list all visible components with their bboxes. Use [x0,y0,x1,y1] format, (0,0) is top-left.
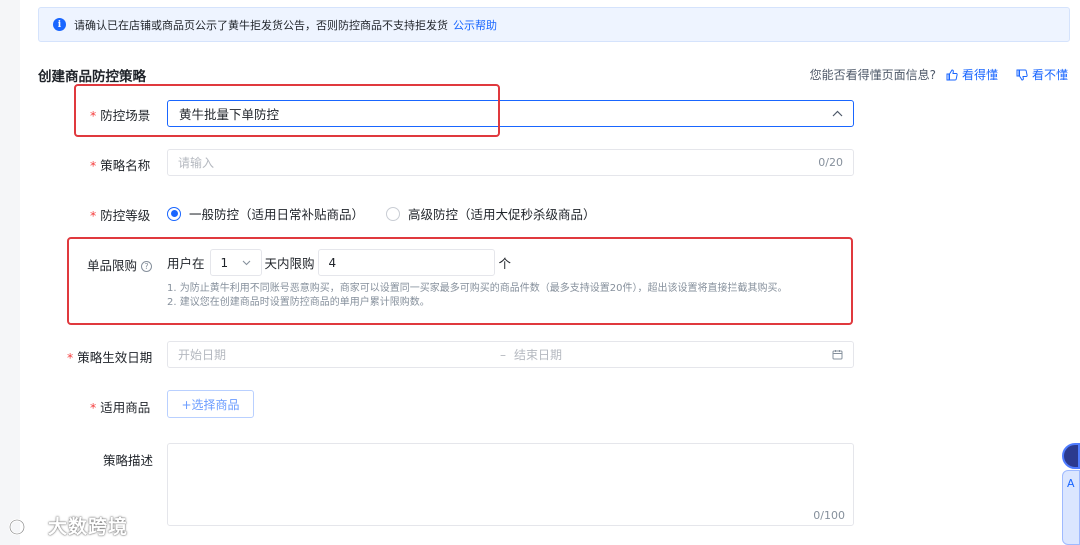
level-option-normal-label: 一般防控（适用日常补贴商品） [189,207,365,222]
level-option-high[interactable]: 高级防控（适用大促秒杀级商品） [386,204,596,223]
left-strip [0,0,20,545]
name-counter: 0/20 [818,156,843,169]
notice-text: 请确认已在店铺或商品页公示了黄牛拒发货公告，否则防控商品不支持拒发货 [74,18,448,32]
calendar-icon [832,350,843,360]
level-label: * 防控等级 [90,208,151,223]
level-option-high-label: 高级防控（适用大促秒杀级商品） [408,207,596,222]
choose-goods-button[interactable]: +选择商品 [167,390,254,418]
date-label: * 策略生效日期 [67,350,153,365]
radio-unchecked-icon [386,206,401,221]
feedback-question: 您能否看得懂页面信息? [809,68,936,82]
info-icon: i [53,18,66,31]
end-date-placeholder: 结束日期 [514,348,563,362]
desc-counter: 0/100 [813,509,845,522]
level-option-normal[interactable]: 一般防控（适用日常补贴商品） [167,204,364,223]
assistant-panel[interactable]: A [1062,470,1080,545]
date-separator: – [500,347,506,362]
understand-button[interactable]: 看得懂 [946,66,998,83]
not-understand-button[interactable]: 看不懂 [1016,66,1068,83]
thumbs-up-icon [946,68,958,80]
start-date-placeholder: 开始日期 [178,348,227,362]
watermark: 大数跨境 [8,512,128,539]
desc-label: 策略描述 [103,453,154,468]
chevron-up-icon [832,110,843,117]
highlight-box-scene [74,84,500,137]
thumbs-down-icon [1016,69,1028,81]
description-textarea[interactable]: 0/100 [167,443,854,526]
level-radio-group: 一般防控（适用日常补贴商品） 高级防控（适用大促秒杀级商品） [167,204,618,223]
strategy-name-input[interactable]: 请输入 0/20 [167,149,854,176]
name-placeholder: 请输入 [178,156,215,170]
highlight-box-limit [67,237,853,325]
goods-label: * 适用商品 [90,400,151,415]
date-range-picker[interactable]: 开始日期 – 结束日期 [167,341,854,368]
feedback-bar: 您能否看得懂页面信息? 看得懂 看不懂 [810,66,1068,83]
notice-bar: i 请确认已在店铺或商品页公示了黄牛拒发货公告，否则防控商品不支持拒发货 公示帮… [38,7,1070,42]
page-title: 创建商品防控策略 [38,69,146,85]
watermark-logo-icon [8,517,47,535]
assistant-avatar[interactable] [1062,443,1080,469]
understand-label: 看得懂 [961,68,998,82]
radio-checked-icon [167,206,181,221]
not-understand-label: 看不懂 [1031,68,1068,82]
notice-help-link[interactable]: 公示帮助 [453,17,497,33]
name-label: * 策略名称 [90,158,151,173]
watermark-text: 大数跨境 [48,516,129,538]
assistant-letter: A [1067,477,1075,490]
